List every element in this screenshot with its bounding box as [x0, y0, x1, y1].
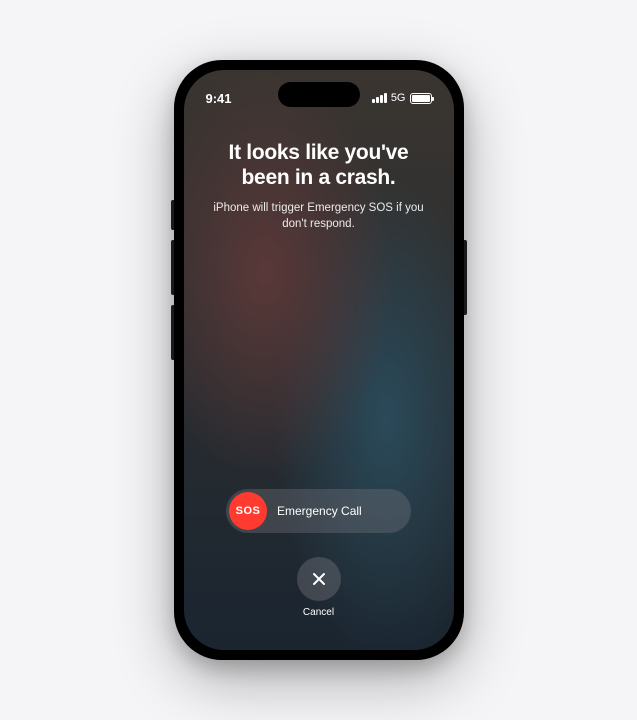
crash-headline: It looks like you've been in a crash.: [204, 140, 434, 190]
status-right: 5G: [372, 92, 431, 104]
phone-frame: 9:41 5G It looks like you've been in a c…: [174, 60, 464, 660]
cancel-label: Cancel: [303, 607, 334, 618]
battery-icon: [410, 93, 432, 104]
slider-label: Emergency Call: [277, 504, 362, 518]
cancel-button[interactable]: [297, 557, 341, 601]
dynamic-island: [278, 82, 360, 107]
crash-subtext: iPhone will trigger Emergency SOS if you…: [204, 200, 434, 232]
emergency-call-slider[interactable]: SOS Emergency Call: [226, 489, 411, 533]
network-label: 5G: [391, 92, 406, 104]
cancel-area: Cancel: [297, 557, 341, 618]
signal-icon: [372, 93, 387, 103]
content-area: It looks like you've been in a crash. iP…: [184, 130, 454, 650]
side-button: [464, 240, 467, 315]
status-time: 9:41: [206, 91, 256, 106]
close-icon: [310, 570, 328, 588]
sos-slider-thumb[interactable]: SOS: [229, 492, 267, 530]
screen: 9:41 5G It looks like you've been in a c…: [184, 70, 454, 650]
